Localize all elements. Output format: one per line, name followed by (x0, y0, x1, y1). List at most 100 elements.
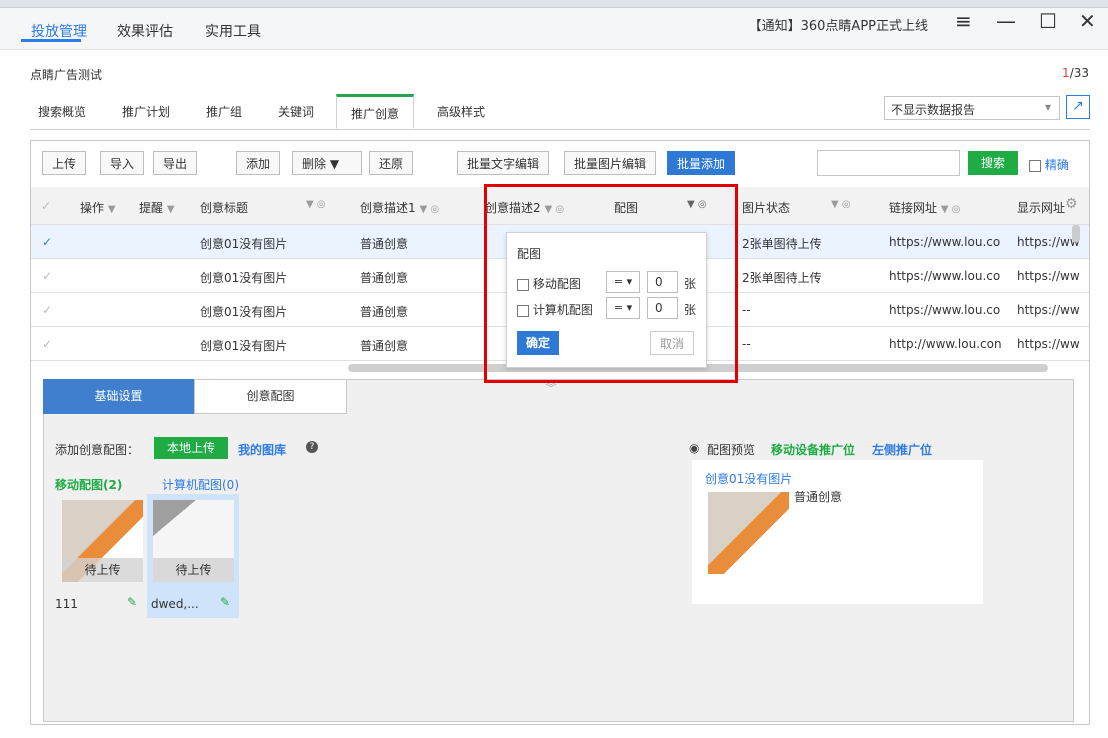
row-link-url[interactable]: http://www.lou.con (889, 337, 1002, 351)
tab-campaign[interactable]: 推广计划 (122, 103, 170, 120)
header-title: 创意标题 (200, 201, 249, 215)
row-display-url[interactable]: https://ww (1017, 235, 1080, 249)
main-tab-launch[interactable]: 投放管理 (31, 21, 87, 41)
image-status: 待上传 (153, 558, 234, 582)
header-link-url: 链接网址 ▼ ◎ (889, 199, 960, 216)
row-image-status: -- (742, 337, 751, 351)
image-name: 111 (55, 597, 78, 611)
batch-add-button[interactable]: 批量添加 (667, 151, 736, 175)
delete-label: 删除 (302, 157, 327, 171)
row-link-url[interactable]: https://www.lou.co (889, 235, 1000, 249)
maximize-icon[interactable]: ☐ (1039, 11, 1057, 31)
edit-icon[interactable]: ✎ (220, 595, 230, 609)
total-pages: /33 (1069, 66, 1089, 80)
header-image-status: 图片状态 (742, 201, 791, 215)
edit-icon[interactable]: ✎ (127, 595, 137, 609)
local-upload-button[interactable]: 本地上传 (154, 437, 228, 459)
row-display-url[interactable]: https://ww (1017, 303, 1080, 317)
add-button[interactable]: 添加 (236, 151, 281, 175)
row-title: 创意01没有图片 (200, 305, 288, 319)
my-gallery-link[interactable]: 我的图库 (238, 441, 286, 458)
chevron-down-icon: ▾ (1044, 100, 1051, 114)
account-name: 点睛广告测试 (30, 68, 103, 82)
row-check-icon[interactable]: ✓ (42, 337, 52, 351)
settings-icon[interactable]: ⚙ (1065, 196, 1078, 212)
tab-advanced-style[interactable]: 高级样式 (437, 103, 485, 120)
notice-link[interactable]: 【通知】360点睛APP正式上线 (749, 15, 928, 34)
dog-image-thumbnail[interactable]: 待上传 (62, 500, 143, 582)
export-button[interactable]: 导出 (153, 151, 198, 175)
row-image-status: 2张单图待上传 (742, 237, 822, 251)
minimize-icon[interactable]: — (996, 11, 1016, 31)
preview-title: 创意01没有图片 (705, 472, 793, 486)
page-counter: 1/33 (1062, 66, 1089, 80)
exact-match-label: 精确 (1044, 158, 1069, 172)
cat-image-thumbnail[interactable]: 待上传 (153, 500, 234, 582)
menu-icon[interactable]: ≡ (955, 11, 972, 31)
row-link-url[interactable]: https://www.lou.co (889, 269, 1000, 283)
row-desc1: 普通创意 (360, 271, 409, 285)
preview-description: 普通创意 (794, 490, 843, 504)
row-link-url[interactable]: https://www.lou.co (889, 303, 1000, 317)
header-actions: 操作 ▼ (80, 199, 116, 216)
header-actions-label: 操作 (80, 201, 105, 215)
main-tab-evaluation[interactable]: 效果评估 (117, 21, 173, 41)
dropdown-arrow-icon: ▼ (329, 157, 340, 171)
filter-icon[interactable]: ▼ (167, 204, 175, 215)
help-icon[interactable]: ? (306, 441, 318, 453)
tab-keyword[interactable]: 关键词 (278, 103, 314, 120)
row-title: 创意01没有图片 (200, 339, 288, 353)
image-name: dwed,... (151, 597, 199, 611)
vertical-scrollbar[interactable] (1072, 225, 1080, 242)
row-desc1: 普通创意 (360, 237, 409, 251)
row-image-status: -- (742, 303, 751, 317)
mobile-slot-link[interactable]: 移动设备推广位 (771, 441, 855, 458)
row-check-icon[interactable]: ✓ (42, 269, 52, 283)
batch-text-edit-button[interactable]: 批量文字编辑 (457, 151, 550, 175)
image-status: 待上传 (62, 558, 143, 582)
top-window-strip (0, 0, 1108, 8)
select-all-check-icon[interactable]: ✓ (41, 199, 51, 213)
header-link-url-label: 链接网址 (889, 201, 938, 215)
row-display-url[interactable]: https://ww (1017, 269, 1080, 283)
header-desc1: 创意描述1 ▼ ◎ (360, 199, 439, 216)
filter-icon[interactable]: ▼ ◎ (419, 204, 439, 215)
report-select[interactable]: 不显示数据报告 ▾ (884, 96, 1060, 120)
main-tab-tools[interactable]: 实用工具 (205, 21, 261, 41)
main-navigation: 投放管理 效果评估 实用工具 (0, 8, 1108, 50)
close-icon[interactable]: ✕ (1079, 11, 1096, 31)
row-check-icon[interactable]: ✓ (42, 303, 52, 317)
computer-image-count[interactable]: 计算机配图(0) (162, 476, 239, 493)
tab-search-overview[interactable]: 搜索概览 (38, 103, 86, 120)
filter-icon[interactable]: ▼ ◎ (941, 204, 961, 215)
preview-dog-image (708, 492, 789, 574)
report-select-value: 不显示数据报告 (891, 103, 976, 117)
row-checked-icon[interactable]: ✓ (42, 235, 52, 249)
tab-creative-images[interactable]: 创意配图 (194, 379, 347, 414)
search-input[interactable] (817, 150, 960, 176)
restore-button[interactable]: 还原 (369, 151, 414, 175)
row-display-url[interactable]: https://ww (1017, 337, 1080, 351)
batch-image-edit-button[interactable]: 批量图片编辑 (564, 151, 657, 175)
highlight-box (484, 184, 738, 383)
upload-button[interactable]: 上传 (42, 151, 87, 175)
edit-report-icon[interactable]: ↗ (1066, 95, 1090, 119)
left-slot-link[interactable]: 左侧推广位 (872, 441, 932, 458)
checkbox-icon (1029, 159, 1041, 172)
filter-icon[interactable]: ▼ (108, 204, 116, 215)
filter-icon[interactable]: ▼ ◎ (831, 199, 851, 210)
import-button[interactable]: 导入 (100, 151, 145, 175)
add-image-label: 添加创意配图： (55, 443, 140, 457)
tab-basic-settings[interactable]: 基础设置 (43, 379, 194, 414)
row-desc1: 普通创意 (360, 339, 409, 353)
delete-button[interactable]: 删除 ▼ (292, 151, 362, 175)
filter-icon[interactable]: ▼ ◎ (306, 199, 326, 210)
search-button[interactable]: 搜索 (968, 151, 1018, 175)
row-title: 创意01没有图片 (200, 237, 288, 251)
tab-creative[interactable]: 推广创意 (336, 94, 415, 129)
preview-label: 配图预览 (707, 443, 756, 457)
tab-ad-group[interactable]: 推广组 (206, 103, 242, 120)
exact-match-checkbox[interactable]: 精确 (1029, 156, 1069, 173)
preview-eye-icon: ◉ (689, 441, 700, 455)
mobile-image-count[interactable]: 移动配图(2) (55, 476, 122, 493)
